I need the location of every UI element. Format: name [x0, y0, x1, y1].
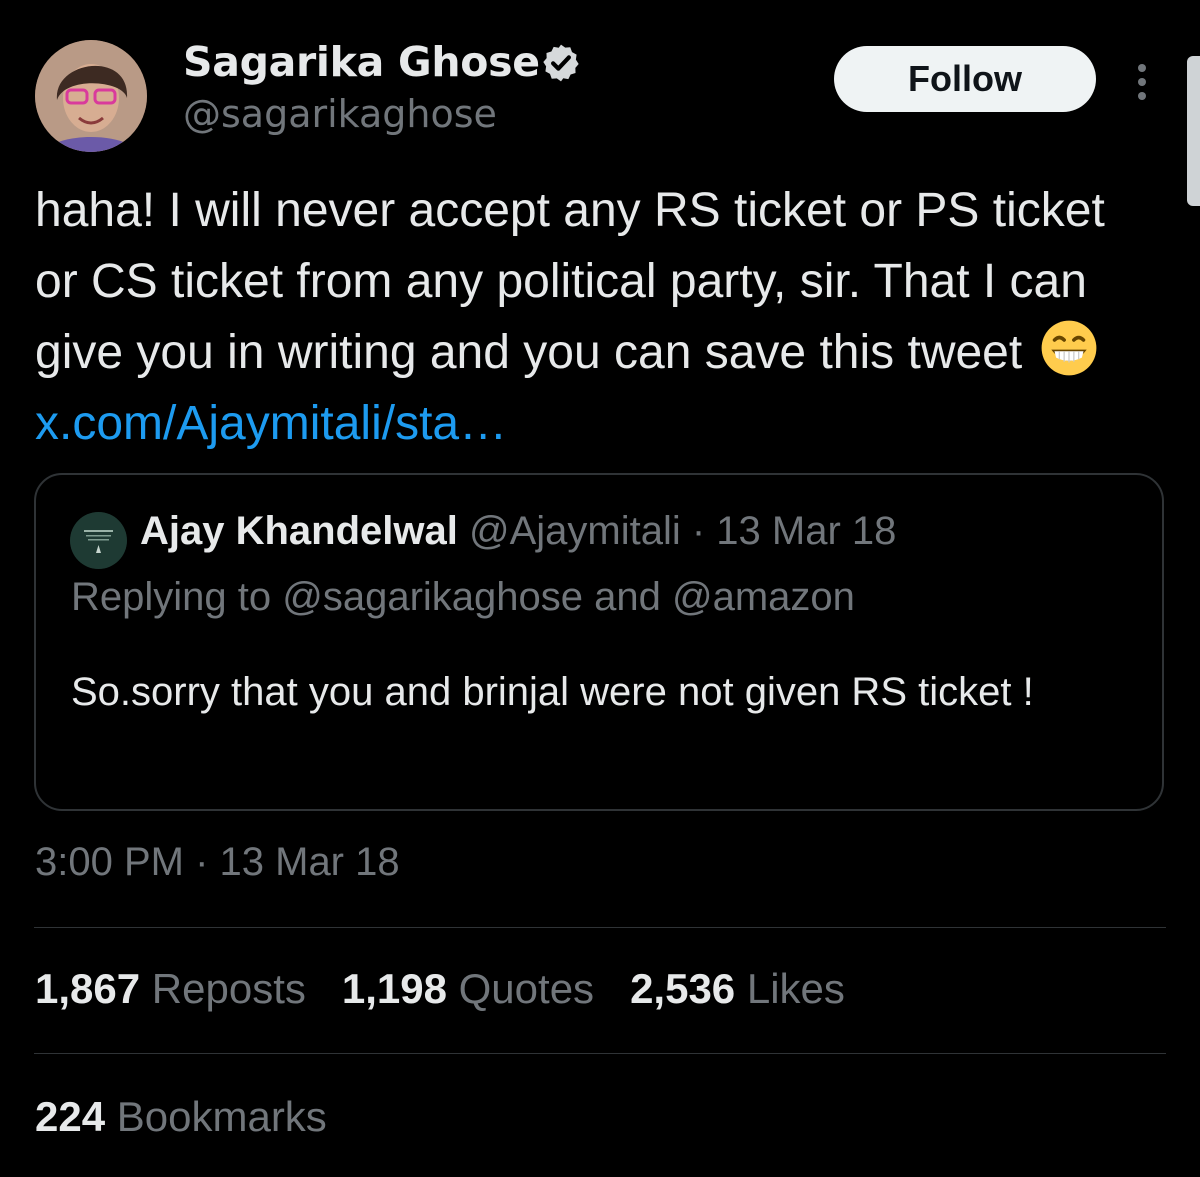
profile-photo [70, 512, 127, 569]
quotes-count: 1,198 [341, 965, 447, 1012]
reposts-label: Reposts [151, 965, 306, 1012]
likes-stat[interactable]: 2,536 Likes [630, 965, 845, 1013]
quoted-tweet-header: Ajay Khandelwal @Ajaymitali · 13 Mar 18 [140, 509, 896, 554]
reposts-count: 1,867 [35, 965, 141, 1012]
bookmarks-stat[interactable]: 224 Bookmarks [35, 1093, 327, 1141]
grinning-face-emoji [1041, 320, 1096, 376]
reposts-stat[interactable]: 1,867 Reposts [35, 965, 306, 1013]
quotes-stat[interactable]: 1,198 Quotes [342, 965, 594, 1013]
quoted-replying-to: Replying to @sagarikaghose and @amazon [71, 575, 855, 619]
quoted-tweet-card[interactable]: Ajay Khandelwal @Ajaymitali · 13 Mar 18 … [34, 473, 1164, 811]
tweet-text-main: haha! I will never accept any RS ticket … [35, 184, 1105, 379]
author-avatar[interactable] [35, 40, 147, 152]
quotes-label: Quotes [458, 965, 595, 1012]
quoted-author-meta: @Ajaymitali · 13 Mar 18 [469, 509, 897, 553]
quoted-author-avatar[interactable] [70, 512, 127, 569]
profile-photo [35, 40, 147, 152]
more-vertical-icon[interactable] [1128, 60, 1156, 104]
quoted-author-name[interactable]: Ajay Khandelwal [140, 509, 458, 553]
author-handle[interactable]: @sagarikaghose [183, 92, 497, 136]
bookmarks-count: 224 [35, 1093, 106, 1140]
likes-label: Likes [746, 965, 845, 1012]
bookmarks-label: Bookmarks [116, 1093, 327, 1140]
tweet-timestamp[interactable]: 3:00 PM · 13 Mar 18 [35, 840, 400, 885]
engagement-stats: 1,867 Reposts 1,198 Quotes 2,536 Likes [35, 965, 881, 1013]
scrollbar[interactable] [1187, 56, 1200, 206]
divider [34, 1053, 1166, 1054]
verified-badge-icon [543, 44, 579, 82]
author-name[interactable]: Sagarika Ghose [183, 38, 540, 86]
tweet-link[interactable]: x.com/Ajaymitali/sta… [35, 397, 507, 450]
quoted-tweet-text: So.sorry that you and brinjal were not g… [71, 670, 1034, 714]
follow-button[interactable]: Follow [834, 46, 1096, 112]
likes-count: 2,536 [630, 965, 736, 1012]
tweet-text: haha! I will never accept any RS ticket … [35, 175, 1155, 459]
divider [34, 927, 1166, 928]
